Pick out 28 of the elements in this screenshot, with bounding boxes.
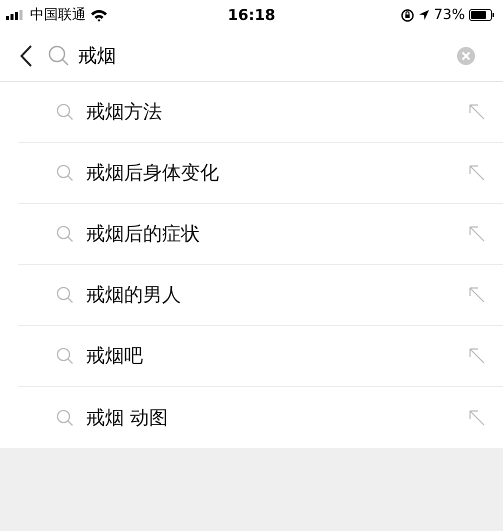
carrier-name: 中国联通 xyxy=(30,6,86,24)
search-icon xyxy=(56,103,74,121)
search-icon xyxy=(48,44,70,66)
search-icon xyxy=(56,225,74,243)
fill-arrow-icon[interactable] xyxy=(469,410,485,426)
search-icon xyxy=(56,347,74,365)
wifi-icon xyxy=(90,8,108,22)
search-field[interactable]: 戒烟 xyxy=(78,44,278,66)
location-arrow-icon xyxy=(418,9,430,21)
rotation-lock-icon xyxy=(400,8,414,22)
fill-arrow-icon[interactable] xyxy=(469,165,485,181)
clear-button[interactable] xyxy=(457,46,475,64)
fill-arrow-icon[interactable] xyxy=(469,287,485,303)
search-icon xyxy=(56,408,74,426)
battery-percent: 73% xyxy=(434,7,465,23)
search-icon xyxy=(56,286,74,304)
suggestion-item[interactable]: 戒烟方法 xyxy=(18,82,503,143)
fill-arrow-icon[interactable] xyxy=(469,226,485,242)
suggestion-item[interactable]: 戒烟后身体变化 xyxy=(18,143,503,204)
suggestion-item[interactable]: 戒烟后的症状 xyxy=(18,204,503,265)
fill-arrow-icon[interactable] xyxy=(469,348,485,364)
suggestion-item[interactable]: 戒烟的男人 xyxy=(18,265,503,326)
battery-icon xyxy=(469,9,495,21)
fill-arrow-icon[interactable] xyxy=(469,104,485,120)
clock-time: 16:18 xyxy=(228,6,276,24)
suggestion-item[interactable]: 戒烟吧 xyxy=(18,326,503,387)
suggestion-item[interactable]: 戒烟 动图 xyxy=(18,387,503,448)
search-icon xyxy=(56,164,74,182)
